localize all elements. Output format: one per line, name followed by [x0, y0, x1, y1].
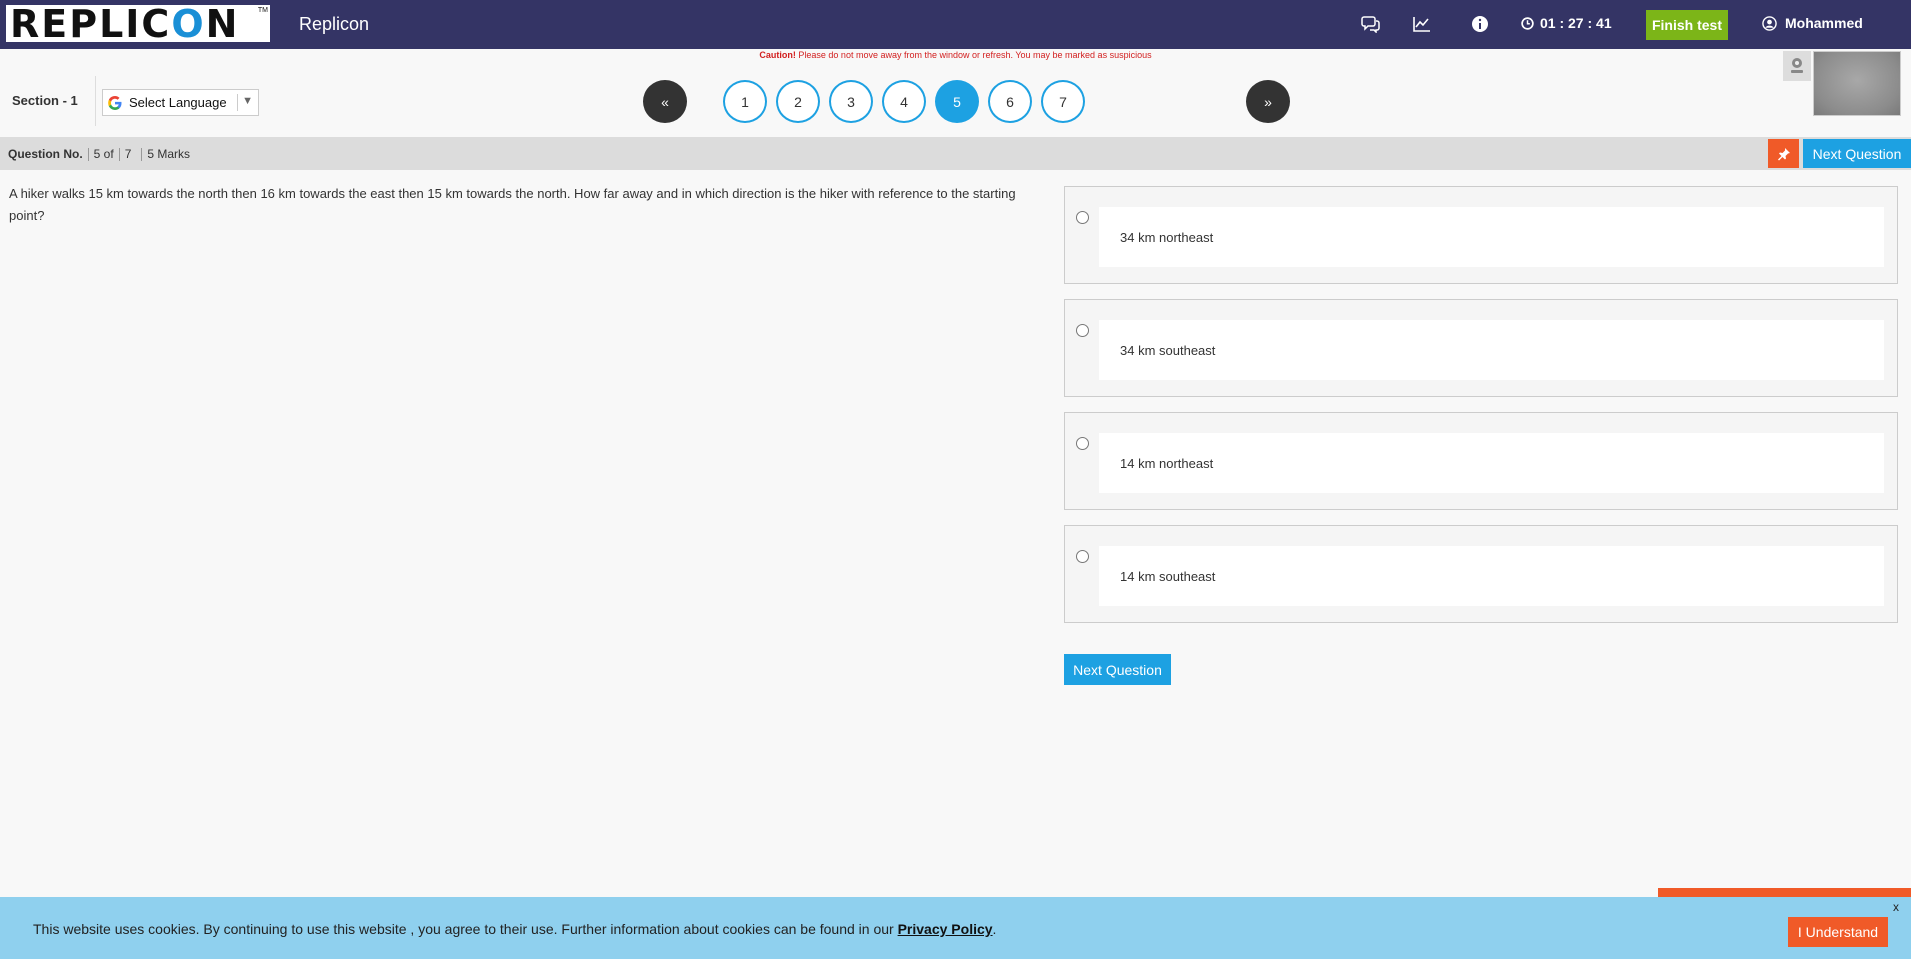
clock-icon: [1521, 16, 1534, 30]
cookie-close-icon[interactable]: x: [1893, 900, 1899, 914]
previous-question-button[interactable]: «: [643, 80, 687, 123]
question-info-bar: Question No. 5 of 7 5 Marks Next Questio…: [0, 137, 1911, 170]
webcam-preview: [1813, 51, 1901, 116]
answer-option-2[interactable]: 34 km southeast: [1064, 299, 1898, 397]
answer-radio-4[interactable]: [1076, 550, 1089, 563]
question-text: A hiker walks 15 km towards the north th…: [9, 186, 1016, 223]
chart-icon[interactable]: [1411, 13, 1433, 35]
top-bar: REPLICON TM Replicon 01 : 27 : 41 Finish…: [0, 0, 1911, 49]
answer-text-3[interactable]: 14 km northeast: [1099, 433, 1884, 493]
divider: [87, 147, 89, 161]
answer-option-4[interactable]: 14 km southeast: [1064, 525, 1898, 623]
question-total: 7: [124, 147, 132, 161]
webcam-icon: [1783, 51, 1811, 81]
cookie-banner: This website uses cookies. By continuing…: [0, 897, 1911, 959]
user-icon: [1762, 15, 1777, 31]
answer-radio-1[interactable]: [1076, 211, 1089, 224]
next-questions-button[interactable]: »: [1246, 80, 1290, 123]
caution-message: Caution! Please do not move away from th…: [0, 50, 1911, 60]
answer-radio-2[interactable]: [1076, 324, 1089, 337]
answer-option-3[interactable]: 14 km northeast: [1064, 412, 1898, 510]
caution-label: Caution!: [759, 50, 796, 60]
question-nav-5[interactable]: 5: [935, 80, 979, 123]
question-nav-7[interactable]: 7: [1041, 80, 1085, 123]
user-name: Mohammed: [1785, 15, 1863, 31]
language-select[interactable]: Select Language ▼: [102, 89, 259, 116]
section-divider: [95, 76, 96, 126]
pin-button[interactable]: [1768, 139, 1799, 168]
question-marks: 5 Marks: [147, 147, 191, 161]
question-nav-2[interactable]: 2: [776, 80, 820, 123]
countdown-timer: 01 : 27 : 41: [1521, 15, 1612, 31]
user-menu[interactable]: Mohammed: [1762, 15, 1863, 31]
question-nav-1[interactable]: 1: [723, 80, 767, 123]
chat-icon[interactable]: [1360, 13, 1382, 35]
info-icon[interactable]: [1469, 13, 1491, 35]
timer-value: 01 : 27 : 41: [1540, 15, 1612, 31]
question-nav-6[interactable]: 6: [988, 80, 1032, 123]
next-question-button[interactable]: Next Question: [1064, 654, 1171, 685]
answer-text-4[interactable]: 14 km southeast: [1099, 546, 1884, 606]
question-number-label: Question No.: [8, 147, 83, 161]
caution-text: Please do not move away from the window …: [798, 50, 1152, 60]
answer-option-1[interactable]: 34 km northeast: [1064, 186, 1898, 284]
question-nav-4[interactable]: 4: [882, 80, 926, 123]
privacy-policy-link[interactable]: Privacy Policy: [898, 921, 993, 937]
cookie-suffix: .: [992, 921, 997, 937]
next-question-top-button[interactable]: Next Question: [1803, 139, 1911, 168]
cookie-message: This website uses cookies. By continuing…: [33, 921, 996, 937]
finish-test-button[interactable]: Finish test: [1646, 10, 1728, 40]
cookie-accept-button[interactable]: I Understand: [1788, 917, 1888, 947]
chevron-down-icon: ▼: [242, 95, 253, 107]
section-label: Section - 1: [12, 93, 78, 108]
language-select-label: Select Language: [129, 95, 227, 110]
logo-text: REPLICON: [10, 1, 240, 46]
language-select-separator: [237, 94, 238, 111]
cookie-text: This website uses cookies. By continuing…: [33, 921, 898, 937]
replicon-logo: REPLICON TM: [6, 1, 270, 46]
question-current: 5 of: [93, 147, 114, 161]
app-title: Replicon: [299, 14, 370, 34]
divider: [141, 147, 143, 161]
question-info: Question No. 5 of 7 5 Marks: [8, 147, 190, 161]
answer-text-2[interactable]: 34 km southeast: [1099, 320, 1884, 380]
question-nav-3[interactable]: 3: [829, 80, 873, 123]
pin-icon: [1777, 147, 1790, 160]
google-icon: [108, 95, 122, 110]
divider: [118, 147, 120, 161]
answer-text-1[interactable]: 34 km northeast: [1099, 207, 1884, 267]
answer-radio-3[interactable]: [1076, 437, 1089, 450]
logo-trademark: TM: [257, 7, 268, 14]
